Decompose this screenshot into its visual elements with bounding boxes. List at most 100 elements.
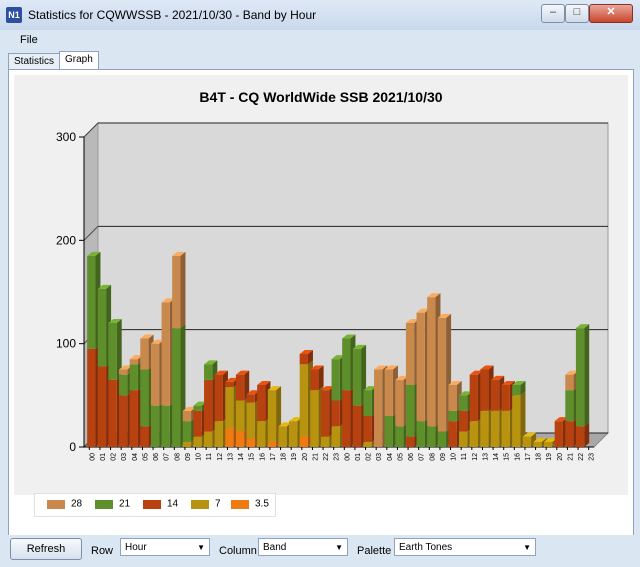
bar-segment [267, 390, 277, 442]
column-select[interactable]: Band ▼ [258, 538, 348, 556]
bar-segment [448, 385, 457, 411]
bar-segment [501, 410, 510, 447]
bar-segment [182, 441, 192, 447]
palette-select-value: Earth Tones [399, 542, 453, 553]
bar-segment [225, 428, 234, 447]
legend-label-21: 21 [119, 498, 131, 510]
x-tick-label: 19 [546, 453, 553, 461]
bar-segment [204, 431, 213, 447]
title-bar[interactable]: N1 Statistics for CQWWSSB - 2021/10/30 -… [0, 0, 640, 30]
x-tick-label: 12 [217, 453, 224, 461]
bar-segment [161, 405, 170, 447]
bar-segment [342, 390, 351, 447]
bar-segment [448, 421, 457, 447]
chevron-down-icon: ▼ [523, 543, 531, 552]
bar-segment [480, 369, 489, 411]
minimize-icon: – [549, 6, 557, 18]
legend-swatch-14 [143, 499, 161, 509]
column-label: Column [219, 545, 257, 557]
palette-select[interactable]: Earth Tones ▼ [394, 538, 536, 556]
x-tick-label: 22 [323, 453, 330, 461]
bar-segment [193, 436, 202, 447]
legend-label-28: 28 [71, 498, 83, 510]
x-tick-label: 07 [164, 453, 171, 461]
legend-item-28: 28 [47, 498, 82, 512]
refresh-button[interactable]: Refresh [10, 538, 82, 560]
x-tick-label: 16 [514, 453, 521, 461]
bar-segment [374, 369, 383, 447]
bar-segment [97, 288, 107, 367]
close-button[interactable]: ✕ [589, 4, 633, 23]
x-tick-label: 05 [142, 453, 149, 461]
x-tick-label: 03 [376, 453, 383, 461]
x-tick-label: 13 [482, 453, 489, 461]
menu-bar: File [8, 30, 632, 50]
bar-side [180, 251, 186, 329]
bar-segment [87, 348, 96, 447]
bar-segment [384, 416, 393, 447]
bar-segment [427, 426, 436, 447]
bar-segment [427, 297, 436, 427]
x-tick-label: 23 [589, 453, 596, 461]
y-tick-label: 300 [56, 130, 76, 144]
x-tick-label: 11 [461, 453, 468, 460]
bar-segment [235, 374, 245, 401]
tab-graph[interactable]: Graph [59, 51, 99, 71]
x-tick-label: 06 [153, 453, 160, 461]
minimize-button[interactable]: – [541, 4, 565, 23]
bar-segment [246, 402, 255, 439]
bar-segment [512, 385, 521, 396]
legend-label-7: 7 [215, 498, 221, 510]
graph-panel: B4T - CQ WorldWide SSB 2021/10/30 0 100 20… [8, 69, 634, 537]
maximize-icon: □ [573, 6, 581, 18]
legend-swatch-3.5 [231, 499, 249, 509]
x-tick-label: 22 [578, 453, 585, 461]
x-tick-label: 01 [100, 453, 107, 461]
bar-segment [129, 364, 138, 391]
bar-segment [172, 328, 181, 447]
x-tick-label: 10 [451, 453, 458, 461]
bar-segment [544, 441, 553, 447]
row-select[interactable]: Hour ▼ [120, 538, 210, 556]
maximize-button[interactable]: □ [565, 4, 589, 23]
bar-segment [565, 421, 574, 447]
bar-segment [575, 426, 585, 447]
bar-segment [501, 385, 510, 411]
bar-segment [310, 369, 319, 391]
legend-swatch-21 [95, 499, 113, 509]
bar-segment [405, 323, 415, 385]
legend-label-3.5: 3.5 [255, 498, 269, 510]
bar-segment [246, 438, 255, 447]
bar-segment [469, 421, 478, 447]
x-tick-label: 17 [525, 453, 532, 461]
x-tick-label: 09 [440, 453, 447, 461]
bar-segment [193, 410, 202, 437]
x-tick-label: 07 [419, 453, 426, 461]
bar-segment [214, 374, 223, 422]
bar-segment [363, 441, 372, 447]
bar-segment [565, 390, 574, 422]
bar-segment [235, 400, 245, 432]
x-tick-label: 15 [504, 453, 511, 461]
bar-segment [119, 395, 128, 447]
bar-segment [320, 390, 330, 437]
bar-segment [204, 379, 213, 432]
legend-item-7: 7 [191, 498, 221, 512]
x-tick-label: 13 [227, 453, 234, 461]
tab-statistics[interactable]: Statistics [8, 53, 61, 70]
bar-segment [331, 426, 340, 447]
bar-segment [97, 366, 107, 447]
bar-segment [320, 436, 330, 447]
x-tick-label: 15 [249, 453, 256, 461]
legend-swatch-7 [191, 499, 209, 509]
bar-segment [119, 374, 128, 396]
control-bar: Refresh Row Hour ▼ Column Band ▼ Palette… [0, 535, 640, 567]
row-select-value: Hour [125, 542, 147, 553]
menu-file[interactable]: File [20, 34, 38, 46]
bar-segment [214, 421, 223, 447]
x-tick-label: 21 [567, 453, 574, 461]
x-tick-label: 11 [206, 453, 213, 460]
bar-segment [108, 323, 117, 380]
bar-side [584, 324, 590, 427]
bar-segment [172, 255, 181, 329]
